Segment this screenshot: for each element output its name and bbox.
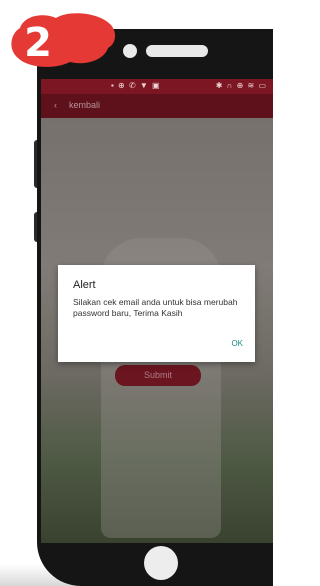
alert-dialog: Alert Silakan cek email anda untuk bisa … bbox=[58, 265, 255, 362]
step-number: 2 bbox=[24, 20, 52, 66]
ok-button[interactable]: OK bbox=[231, 339, 243, 348]
dialog-message: Silakan cek email anda untuk bisa meruba… bbox=[73, 297, 238, 318]
submit-button[interactable]: Submit bbox=[115, 365, 201, 386]
phone-home-button[interactable] bbox=[144, 546, 178, 580]
phone-camera bbox=[123, 44, 137, 58]
arrow-left-icon[interactable]: ‹ bbox=[54, 100, 57, 110]
back-label[interactable]: kembali bbox=[69, 100, 100, 110]
phone-screen: ▪ ⊕ ✆ ▼ ▣ ✱ ∩ ⊕ ≋ ▭ ‹ kembali Submit Ale… bbox=[41, 79, 273, 543]
step-badge: 2 bbox=[11, 13, 116, 67]
status-bar-right-icons: ✱ ∩ ⊕ ≋ ▭ bbox=[215, 81, 267, 90]
phone-speaker bbox=[146, 45, 208, 57]
status-bar-left-icons: ▪ ⊕ ✆ ▼ ▣ bbox=[111, 81, 161, 90]
status-bar: ▪ ⊕ ✆ ▼ ▣ ✱ ∩ ⊕ ≋ ▭ bbox=[41, 79, 273, 94]
dialog-title: Alert bbox=[73, 279, 96, 291]
app-bar: ‹ kembali bbox=[41, 94, 273, 118]
